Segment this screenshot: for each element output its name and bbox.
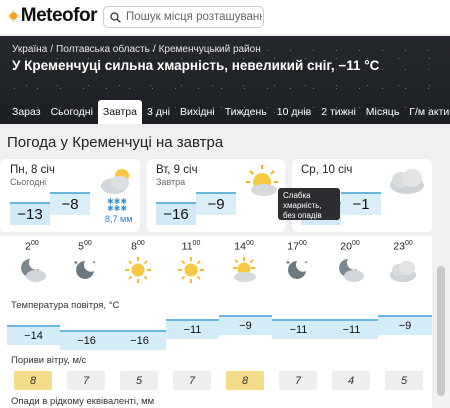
breadcrumb-district[interactable]: Кременчуцький район	[159, 44, 261, 55]
cloudy-icon	[390, 169, 424, 194]
day-min-temp: −13	[10, 202, 50, 225]
wind-gust: 7	[67, 371, 105, 390]
day-name: Ср, 10 січ	[301, 164, 353, 176]
moon-stars-icon: ✦ ✦	[73, 259, 96, 279]
hour-label: 800	[131, 240, 145, 253]
tab-now[interactable]: Зараз	[0, 100, 46, 124]
site-logo[interactable]: Meteofor	[7, 4, 98, 28]
cloudy-icon	[390, 261, 416, 282]
day-min-temp: −16	[156, 202, 196, 225]
hourly-temp: −14	[7, 325, 60, 345]
hourly-temp: −16	[60, 330, 113, 350]
search-box[interactable]	[103, 6, 264, 28]
wind-gust: 7	[173, 371, 211, 390]
day-max-temp: −1	[341, 192, 381, 215]
day-subtitle: Завтра	[156, 177, 186, 187]
section-title: Погода у Кременчуці на завтра	[7, 134, 224, 151]
wind-gust: 8	[226, 371, 264, 390]
day-card-tomorrow[interactable]: Вт, 9 січ Завтра −16 −9	[147, 159, 285, 232]
sun-logo-icon	[7, 10, 20, 22]
svg-text:✦: ✦	[92, 260, 96, 266]
day-name: Пн, 8 січ	[10, 164, 55, 176]
tab-tomorrow[interactable]: Завтра	[97, 100, 142, 124]
tab-geomagnetic[interactable]: Г/м активність	[404, 100, 450, 124]
top-bar: Meteofor	[0, 0, 450, 34]
svg-text:✦: ✦	[285, 259, 291, 267]
wind-gust: 5	[385, 371, 423, 390]
hourly-temp: −9	[219, 315, 272, 335]
breadcrumb-region[interactable]: Полтавська область	[56, 44, 150, 55]
day-subtitle: Сьогодні	[10, 177, 47, 187]
breadcrumb-separator: /	[152, 44, 156, 55]
wind-gust: 4	[332, 371, 370, 390]
wind-gust: 5	[120, 371, 158, 390]
breadcrumb-separator: /	[50, 44, 54, 55]
tab-today[interactable]: Сьогодні	[46, 100, 98, 124]
forecast-tabs: Зараз Сьогодні Завтра 3 дні Вихідні Тижд…	[0, 100, 450, 124]
tab-month[interactable]: Місяць	[361, 100, 405, 124]
hourly-temp: −11	[325, 319, 378, 339]
logo-text: Meteofor	[20, 5, 98, 26]
wind-gust: 7	[279, 371, 317, 390]
hour-label: 1100	[181, 240, 201, 253]
tab-10-days[interactable]: 10 днів	[272, 100, 316, 124]
partly-cloudy-sun-icon	[246, 165, 278, 196]
day-max-temp: −9	[196, 192, 236, 215]
tab-weekend[interactable]: Вихідні	[175, 100, 220, 124]
breadcrumb-country[interactable]: Україна	[12, 44, 47, 55]
hourly-temp: −11	[272, 319, 325, 339]
tab-2-weeks[interactable]: 2 тижні	[316, 100, 361, 124]
moon-stars-icon: ✦ ✦	[285, 259, 308, 279]
moon-cloud-icon	[21, 259, 46, 282]
cloudy-sun-snow-icon	[101, 169, 129, 194]
svg-text:✦: ✦	[304, 260, 308, 266]
hour-label: 200	[25, 240, 39, 253]
sun-icon	[178, 257, 204, 283]
tab-week[interactable]: Тиждень	[220, 100, 272, 124]
hour-label: 2300	[393, 240, 413, 253]
day-name: Вт, 9 січ	[156, 164, 198, 176]
weather-tooltip: Слабка хмарність, без опадів	[278, 188, 340, 220]
svg-text:✦: ✦	[73, 259, 79, 267]
hour-label: 1400	[234, 240, 254, 253]
moon-cloud-icon	[339, 259, 364, 282]
hourly-temp: −16	[113, 330, 166, 350]
sun-cloud-icon	[233, 257, 256, 282]
hour-label: 1700	[287, 240, 307, 253]
hourly-temp: −11	[166, 319, 219, 339]
page-title: У Кременчуці сильна хмарність, невеликий…	[12, 58, 380, 73]
snowflakes-icon: ✱✱✱ ✱✱✱	[106, 197, 128, 213]
search-icon	[110, 11, 121, 23]
breadcrumb: Україна / Полтавська область / Кременчуц…	[12, 44, 261, 55]
wind-label: Пориви вітру, м/с	[11, 355, 87, 366]
tab-3-days[interactable]: 3 дні	[142, 100, 175, 124]
hour-label: 500	[78, 240, 92, 253]
hero-banner: Україна / Полтавська область / Кременчуц…	[0, 36, 450, 124]
day-card-today[interactable]: Пн, 8 січ Сьогодні ✱✱✱ ✱✱✱ −13 −8 8,7 мм	[0, 159, 140, 232]
precip-label: Опади в рідкому еквіваленті, мм	[11, 396, 155, 407]
wind-gust: 8	[14, 371, 52, 390]
scrollbar[interactable]	[432, 236, 450, 408]
day-max-temp: −8	[50, 192, 90, 215]
temperature-label: Температура повітря, °C	[11, 300, 120, 311]
search-input[interactable]	[126, 11, 262, 23]
scrollbar-thumb[interactable]	[437, 266, 445, 396]
hourly-temp: −9	[378, 315, 432, 335]
hour-label: 2000	[340, 240, 360, 253]
day-precip: 8,7 мм	[105, 214, 133, 224]
sun-icon	[125, 257, 151, 283]
